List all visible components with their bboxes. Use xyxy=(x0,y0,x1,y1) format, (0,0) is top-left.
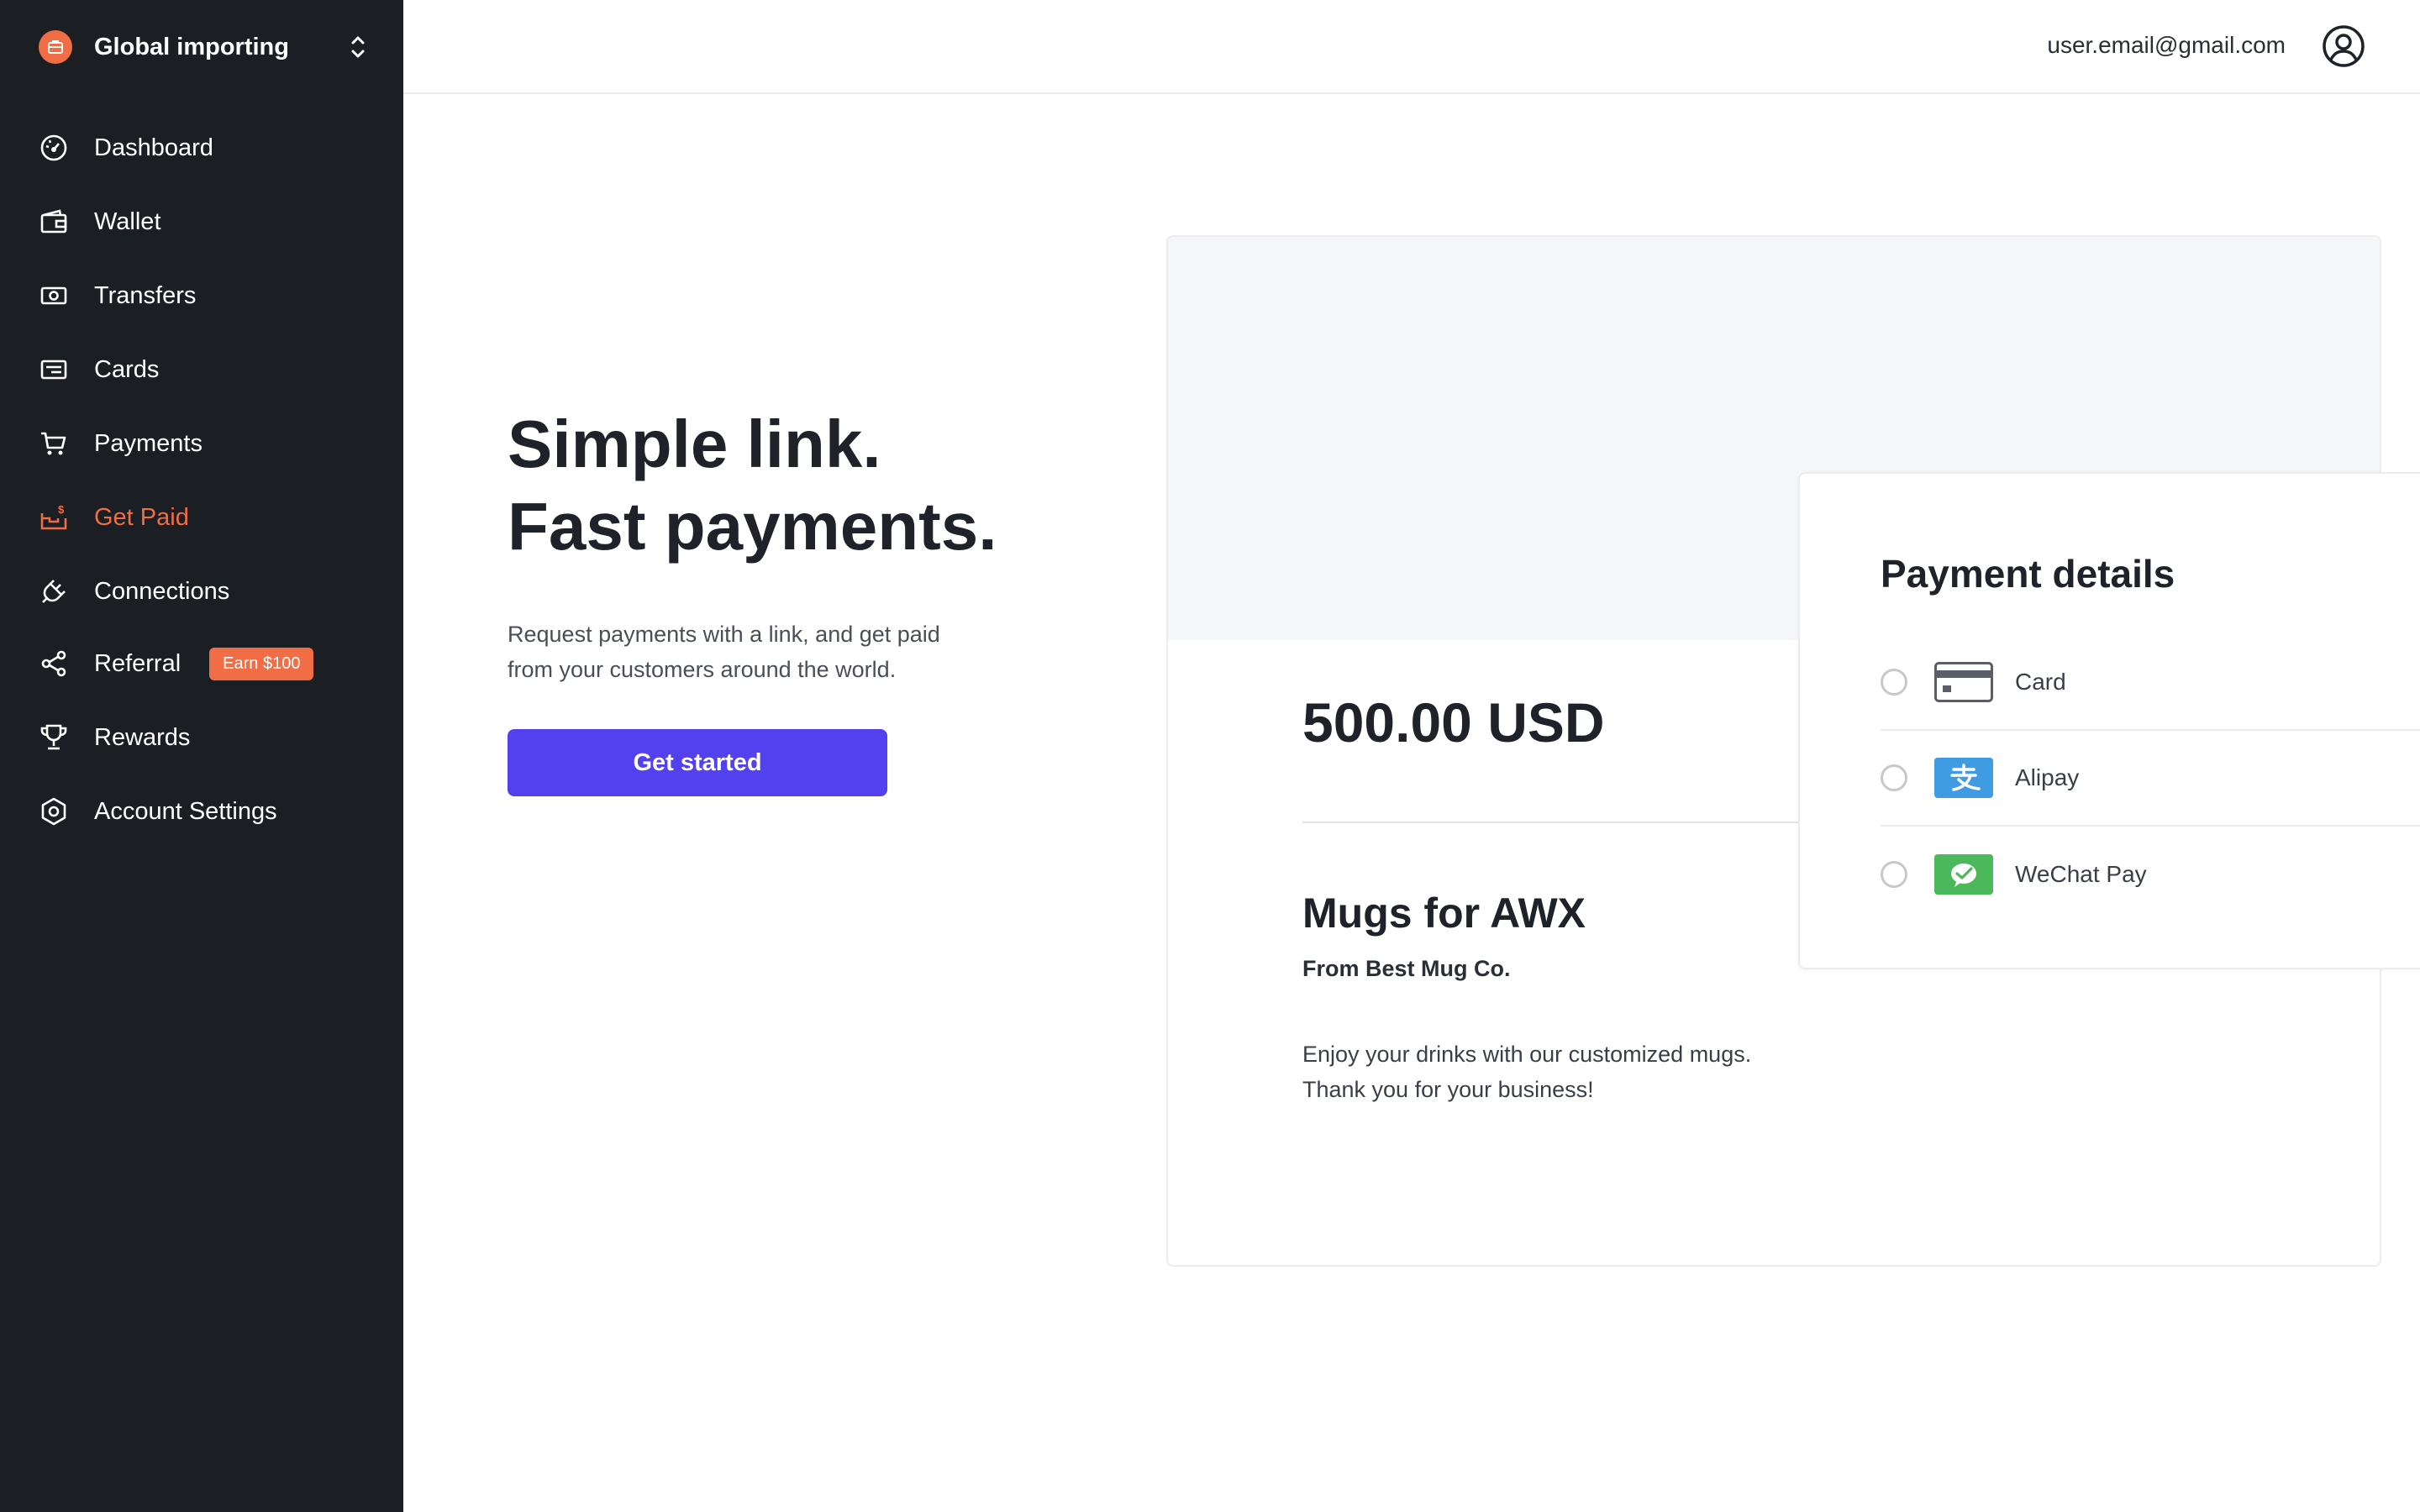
radio-wechat-pay[interactable] xyxy=(1881,861,1907,888)
sidebar-item-label: Rewards xyxy=(94,723,191,751)
wechat-pay-icon xyxy=(1934,854,1993,895)
sidebar-item-label: Get Paid xyxy=(94,503,189,531)
sidebar: Global importing Dashboard Wallet Transf… xyxy=(0,0,403,1512)
gear-icon xyxy=(39,796,69,827)
payment-method-label: WeChat Pay xyxy=(2015,861,2147,887)
hero-title-line2: Fast payments. xyxy=(508,489,997,564)
card-icon xyxy=(39,354,69,385)
share-icon xyxy=(39,648,69,679)
credit-card-icon xyxy=(1934,662,1993,702)
sidebar-item-account-settings[interactable]: Account Settings xyxy=(39,791,375,832)
referral-badge: Earn $100 xyxy=(209,647,314,680)
get-started-button[interactable]: Get started xyxy=(508,729,887,796)
sidebar-item-label: Wallet xyxy=(94,207,161,235)
sidebar-item-rewards[interactable]: Rewards xyxy=(39,717,375,758)
hero-title: Simple link. Fast payments. xyxy=(508,403,1096,568)
sidebar-item-cards[interactable]: Cards xyxy=(39,349,375,390)
sidebar-item-label: Transfers xyxy=(94,281,197,309)
radio-alipay[interactable] xyxy=(1881,764,1907,791)
get-paid-icon: $ xyxy=(39,502,69,533)
radio-card[interactable] xyxy=(1881,669,1907,696)
sidebar-item-label: Cards xyxy=(94,355,160,383)
payment-details-title: Payment details xyxy=(1881,552,2175,596)
product-description-line1: Enjoy your drinks with our customized mu… xyxy=(1302,1042,1752,1067)
chevron-updown-icon xyxy=(351,36,365,58)
payment-method-label: Card xyxy=(2015,669,2066,695)
wallet-icon xyxy=(39,207,69,237)
sidebar-item-dashboard[interactable]: Dashboard xyxy=(39,128,375,168)
sidebar-item-transfers[interactable]: Transfers xyxy=(39,276,375,316)
sidebar-item-label: Referral xyxy=(94,649,182,677)
user-email[interactable]: user.email@gmail.com xyxy=(2047,32,2286,59)
payment-method-alipay[interactable]: Alipay xyxy=(1881,731,2420,827)
transfers-icon xyxy=(39,281,69,311)
merchant-name: From Best Mug Co. xyxy=(1302,956,1511,981)
workspace-name: Global importing xyxy=(94,33,289,60)
payment-method-wechat-pay[interactable]: WeChat Pay xyxy=(1881,827,2420,922)
product-description-line2: Thank you for your business! xyxy=(1302,1077,1594,1102)
dashboard-icon xyxy=(39,133,69,163)
alipay-icon xyxy=(1934,758,1993,798)
plug-icon xyxy=(39,576,69,606)
payment-amount: 500.00 USD xyxy=(1302,691,1605,753)
payment-method-card[interactable]: Card xyxy=(1881,635,2420,731)
product-description: Enjoy your drinks with our customized mu… xyxy=(1302,1037,1751,1107)
hero-description: Request payments with a link, and get pa… xyxy=(508,622,940,682)
trophy-icon xyxy=(39,722,69,753)
sidebar-item-payments[interactable]: Payments xyxy=(39,423,375,464)
sidebar-item-label: Connections xyxy=(94,577,230,605)
payment-method-label: Alipay xyxy=(2015,764,2080,790)
sidebar-item-connections[interactable]: Connections xyxy=(39,571,375,612)
sidebar-item-get-paid[interactable]: $ Get Paid xyxy=(39,497,375,538)
hero-section: Simple link. Fast payments. Request paym… xyxy=(508,403,1096,796)
user-circle-icon[interactable] xyxy=(2321,24,2366,69)
sidebar-item-label: Dashboard xyxy=(94,134,213,161)
divider xyxy=(1302,822,1807,823)
svg-text:$: $ xyxy=(58,503,65,516)
sidebar-item-referral[interactable]: Referral Earn $100 xyxy=(39,643,375,684)
cart-icon xyxy=(39,428,69,459)
hero-title-line1: Simple link. xyxy=(508,407,881,481)
top-header: user.email@gmail.com xyxy=(403,0,2420,94)
product-title: Mugs for AWX xyxy=(1302,890,1586,937)
briefcase-icon xyxy=(39,30,72,64)
payment-details-panel: Payment details Card Alipay WeChat Pay xyxy=(1798,472,2420,969)
workspace-switcher[interactable]: Global importing xyxy=(39,29,368,66)
sidebar-item-wallet[interactable]: Wallet xyxy=(39,202,375,242)
sidebar-item-label: Account Settings xyxy=(94,797,277,825)
sidebar-item-label: Payments xyxy=(94,429,203,457)
